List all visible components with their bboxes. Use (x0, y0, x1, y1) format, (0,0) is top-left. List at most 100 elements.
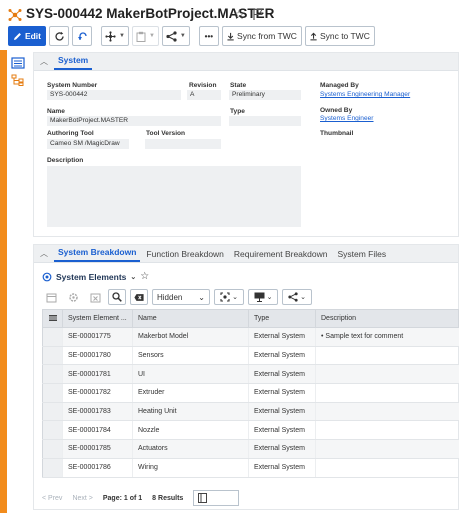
element-type: External System (248, 327, 316, 347)
chevron-up-icon[interactable]: ︿ (40, 248, 48, 259)
chevron-down-icon: ⌄ (232, 294, 238, 301)
table-row[interactable]: SE-00001783 Heating Unit External System (42, 402, 459, 422)
column-header-id[interactable]: System Element ... (62, 309, 133, 328)
search-button[interactable] (108, 289, 126, 305)
owned-by-link[interactable]: Systems Engineer (320, 115, 374, 122)
edit-button[interactable]: Edit (8, 26, 46, 46)
element-description (315, 364, 459, 385)
sync-to-twc-button[interactable]: Sync to TWC (304, 26, 375, 46)
configure-icon[interactable] (42, 289, 60, 305)
row-select-header[interactable] (42, 309, 63, 328)
tab-system-breakdown[interactable]: System Breakdown (54, 247, 141, 262)
table-row[interactable]: SE-00001782 Extruder External System (42, 383, 459, 403)
column-header-type[interactable]: Type (248, 309, 316, 328)
share-menu-button[interactable]: ▼ (161, 26, 190, 46)
system-elements-table: System Element ... Name Type Description… (42, 309, 459, 478)
table-row[interactable]: SE-00001786 Wiring External System (42, 458, 459, 478)
tab-requirement-breakdown[interactable]: Requirement Breakdown (230, 249, 332, 262)
clipboard-menu-button[interactable]: ▼ (131, 26, 159, 46)
status-rail (0, 50, 7, 513)
settings-icon[interactable] (64, 289, 82, 305)
row-selector[interactable] (42, 402, 63, 422)
system-number-label: System Number (47, 82, 98, 89)
page-size-icon (198, 493, 208, 503)
main-toolbar: Edit ▼ ▼ ▼ ••• Sync from TWC Sync to TWC (8, 26, 375, 46)
element-name: Actuators (132, 439, 249, 459)
tree-structure-icon[interactable] (11, 74, 25, 86)
chevron-up-icon[interactable]: ︿ (40, 56, 48, 67)
details-view-icon[interactable] (11, 57, 25, 69)
refresh-button[interactable] (49, 26, 69, 46)
clipboard-icon (136, 31, 146, 42)
remove-icon[interactable] (86, 289, 104, 305)
star-outline-icon[interactable]: ☆ (140, 271, 149, 282)
structure-icon (105, 30, 116, 42)
search-icon (112, 292, 122, 302)
row-selector[interactable] (42, 458, 63, 478)
element-name: Extruder (132, 383, 249, 403)
chevron-down-icon: ⌄ (300, 294, 306, 301)
type-label: Type (230, 108, 245, 115)
pagination: < Prev Next > Page: 1 of 1 8 Results (42, 488, 240, 508)
tab-system-files[interactable]: System Files (333, 249, 390, 262)
page-size-input[interactable] (193, 490, 240, 506)
more-actions-button[interactable]: ••• (198, 26, 219, 46)
system-panel-header: ︿ System (34, 53, 458, 71)
row-selector[interactable] (42, 346, 63, 366)
row-menu-icon (48, 314, 57, 321)
structure-menu-button[interactable]: ▼ (101, 26, 129, 46)
element-description: • Sample text for comment (315, 327, 459, 347)
undo-button[interactable] (72, 26, 92, 46)
star-outline-icon[interactable]: ☆ (233, 6, 246, 23)
element-name: Makerbot Model (132, 327, 249, 347)
next-page-button[interactable]: Next > (72, 495, 92, 502)
clear-filter-button[interactable] (130, 289, 148, 305)
undo-icon (77, 31, 87, 40)
element-id: SE-00001780 (62, 346, 133, 366)
page-header: SYS-000442 MakerBotProject.MASTER ☆ Edit… (0, 0, 460, 50)
thumbnail-label: Thumbnail (320, 130, 354, 137)
element-id: SE-00001781 (62, 364, 133, 385)
element-name: Wiring (132, 458, 249, 478)
managed-by-link[interactable]: Systems Engineering Manager (320, 91, 410, 98)
visibility-select[interactable]: Hidden ⌄ (152, 289, 210, 305)
tab-function-breakdown[interactable]: Function Breakdown (142, 249, 228, 262)
prev-page-button[interactable]: < Prev (42, 495, 62, 502)
element-name: Heating Unit (132, 402, 249, 422)
column-header-name[interactable]: Name (132, 309, 249, 328)
tab-system[interactable]: System (54, 55, 93, 70)
table-row[interactable]: SE-00001784 Nozzle External System (42, 420, 459, 441)
element-description (315, 420, 459, 441)
row-selector[interactable] (42, 439, 63, 459)
element-name: Sensors (132, 346, 249, 366)
flag-icon[interactable] (252, 8, 264, 20)
sync-from-twc-button[interactable]: Sync from TWC (221, 26, 302, 46)
description-field[interactable] (47, 166, 301, 227)
row-selector[interactable] (42, 364, 63, 385)
breakdown-panel: ︿ System Breakdown Function Breakdown Re… (33, 244, 459, 510)
element-description (315, 439, 459, 459)
table-row[interactable]: SE-00001780 Sensors External System (42, 346, 459, 366)
table-row[interactable]: SE-00001781 UI External System (42, 364, 459, 385)
table-row[interactable]: SE-00001785 Actuators External System (42, 439, 459, 459)
chevron-down-icon: ▼ (179, 33, 186, 39)
share-icon (288, 292, 298, 302)
element-name: Nozzle (132, 420, 249, 441)
row-selector[interactable] (42, 383, 63, 403)
sync-from-label: Sync from TWC (237, 31, 297, 41)
chevron-down-icon[interactable]: ⌄ (130, 273, 136, 281)
view-menu-button[interactable]: ⌄ (248, 289, 278, 305)
share-menu-button[interactable]: ⌄ (282, 289, 312, 305)
system-panel: ︿ System System Number SYS-000442 Revisi… (33, 52, 459, 237)
table-header-row: System Element ... Name Type Description (42, 309, 459, 328)
table-row[interactable]: SE-00001775 Makerbot Model External Syst… (42, 327, 459, 347)
column-header-description[interactable]: Description (315, 309, 459, 328)
row-selector[interactable] (42, 327, 63, 347)
sync-to-icon (310, 32, 317, 40)
element-type: External System (248, 364, 316, 385)
focus-menu-button[interactable]: ⌄ (214, 289, 244, 305)
name-label: Name (47, 108, 65, 115)
element-description (315, 402, 459, 422)
element-type: External System (248, 402, 316, 422)
row-selector[interactable] (42, 420, 63, 441)
